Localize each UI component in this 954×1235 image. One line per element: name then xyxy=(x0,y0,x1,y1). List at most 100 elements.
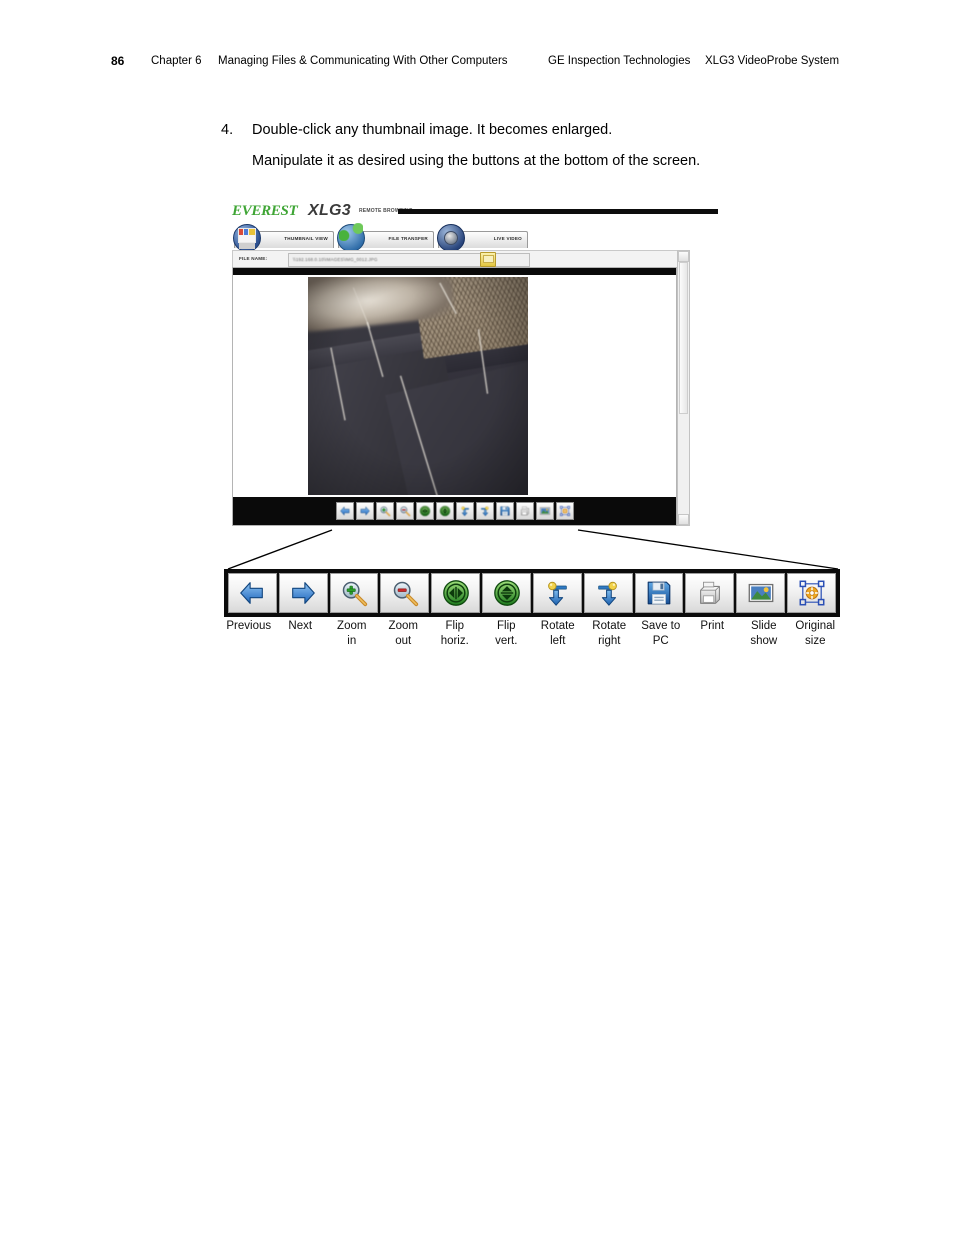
step-text-line-2: Manipulate it as desired using the butto… xyxy=(252,153,701,169)
tab-live-video-label: LIVE VIDEO xyxy=(493,236,522,241)
file-name-label: FILE NAME: xyxy=(239,256,268,261)
toolbar-label-flip-vertical: Flip vert. xyxy=(482,619,532,648)
viewer-canvas xyxy=(233,275,676,497)
tab-thumbnail-view[interactable]: THUMBNAIL VIEW xyxy=(233,224,334,252)
toolbar-button-save-floppy[interactable] xyxy=(634,573,684,613)
scroll-down-arrow-icon[interactable] xyxy=(678,514,689,525)
brand-rule-divider xyxy=(398,209,718,214)
original-size-icon xyxy=(559,505,571,517)
toolbar-button-next-arrow[interactable] xyxy=(278,573,328,613)
tab-file-transfer-label: FILE TRANSFER xyxy=(388,236,428,241)
live-video-icon xyxy=(437,224,465,252)
toolbar-label-line-1: Rotate xyxy=(540,620,575,632)
toolbar-button-slideshow-picture[interactable] xyxy=(736,573,786,613)
toolbar-button-rotate-left[interactable] xyxy=(532,573,582,613)
toolbar-label-next-arrow: Next xyxy=(276,619,326,648)
toolbar-label-rotate-right: Rotate right xyxy=(585,619,635,648)
chapter-title: Managing Files & Communicating With Othe… xyxy=(218,55,508,67)
toolbar-label-slideshow-picture: Slide show xyxy=(739,619,789,648)
page-running-header: 86 Chapter 6 Managing Files & Communicat… xyxy=(0,50,954,72)
original-size-icon xyxy=(790,576,833,610)
mini-toolbar-button-flip-horizontal[interactable] xyxy=(416,502,434,520)
toolbar-button-zoom-out[interactable] xyxy=(380,573,430,613)
printer-icon xyxy=(688,576,731,610)
slideshow-picture-icon xyxy=(539,505,551,517)
slideshow-picture-icon xyxy=(739,576,782,610)
mini-toolbar-button-zoom-in[interactable] xyxy=(376,502,394,520)
step-number: 4. xyxy=(221,122,234,138)
toolbar-button-previous-arrow[interactable] xyxy=(228,573,277,613)
toolbar-label-line-2: horiz. xyxy=(440,634,469,647)
inspection-photo[interactable] xyxy=(308,277,528,495)
toolbar-button-original-size[interactable] xyxy=(787,573,836,613)
toolbar-label-line-2: in xyxy=(347,634,357,647)
step-text-line-1: Double-click any thumbnail image. It bec… xyxy=(252,122,613,138)
folder-browse-icon[interactable] xyxy=(480,252,496,267)
toolbar-label-save-floppy: Save to PC xyxy=(636,619,686,648)
mini-button-strip xyxy=(336,502,574,520)
app-tab-strip: THUMBNAIL VIEW FILE TRANSFER LIVE VIDEO xyxy=(226,223,718,252)
toolbar-label-line-1: Save to xyxy=(641,620,681,632)
mini-toolbar-button-zoom-out[interactable] xyxy=(396,502,414,520)
zoom-out-icon xyxy=(399,505,411,517)
mini-toolbar-button-next-arrow[interactable] xyxy=(356,502,374,520)
toolbar-label-line-1: Zoom xyxy=(388,620,418,632)
rotate-right-icon xyxy=(479,505,491,517)
mini-toolbar-button-flip-vertical[interactable] xyxy=(436,502,454,520)
zoom-out-icon xyxy=(383,576,426,610)
mini-toolbar-button-original-size[interactable] xyxy=(556,502,574,520)
file-transfer-icon xyxy=(337,223,365,252)
viewer-top-bar xyxy=(233,268,676,275)
rotate-right-icon xyxy=(587,576,630,610)
viewer-vertical-scrollbar[interactable] xyxy=(677,250,690,526)
toolbar-button-rotate-right[interactable] xyxy=(583,573,633,613)
app-brand-bar: EVEREST XLG3 REMOTE BROWSING xyxy=(226,200,718,223)
toolbar-label-line-1: Rotate xyxy=(592,620,627,632)
scrollbar-thumb[interactable] xyxy=(679,262,688,414)
next-arrow-icon xyxy=(359,505,371,517)
callout-lines xyxy=(227,529,839,570)
save-floppy-icon xyxy=(499,505,511,517)
page-number: 86 xyxy=(111,54,125,68)
toolbar-label-line-2: vert. xyxy=(495,634,518,647)
scroll-up-arrow-icon[interactable] xyxy=(678,251,689,262)
flip-vertical-icon xyxy=(485,576,528,610)
toolbar-label-line-2: size xyxy=(805,634,826,647)
tab-live-video[interactable]: LIVE VIDEO xyxy=(437,224,528,252)
viewer-mini-toolbar xyxy=(233,497,676,525)
toolbar-label-previous-arrow: Previous xyxy=(224,619,274,648)
company-name: GE Inspection Technologies xyxy=(548,55,691,67)
printer-icon xyxy=(519,505,531,517)
toolbar-button-flip-horizontal[interactable] xyxy=(431,573,481,613)
mini-toolbar-button-slideshow-picture[interactable] xyxy=(536,502,554,520)
zoom-in-icon xyxy=(379,505,391,517)
toolbar-label-line-1: Previous xyxy=(226,620,272,632)
toolbar-button-zoom-in[interactable] xyxy=(329,573,379,613)
toolbar-button-printer[interactable] xyxy=(685,573,735,613)
mini-toolbar-button-save-floppy[interactable] xyxy=(496,502,514,520)
toolbar-label-line-1: Flip xyxy=(496,620,516,632)
rotate-left-icon xyxy=(459,505,471,517)
brand-model-wordmark: XLG3 xyxy=(308,202,351,219)
zoom-in-icon xyxy=(333,576,376,610)
save-floppy-icon xyxy=(638,576,681,610)
flip-vertical-icon xyxy=(439,505,451,517)
mini-toolbar-button-rotate-left[interactable] xyxy=(456,502,474,520)
application-screenshot: EVEREST XLG3 REMOTE BROWSING THUMBNAIL V… xyxy=(226,200,718,530)
toolbar-label-line-1: Original xyxy=(795,620,836,632)
mini-toolbar-button-printer[interactable] xyxy=(516,502,534,520)
toolbar-label-line-2: out xyxy=(395,634,412,647)
flip-horizontal-icon xyxy=(434,576,477,610)
chapter-label: Chapter 6 xyxy=(151,55,202,67)
toolbar-label-printer: Print xyxy=(688,619,738,648)
tab-file-transfer[interactable]: FILE TRANSFER xyxy=(337,223,434,252)
enlarged-button-labels: Previous Next Zoom in Zoom out Flip horiz. Flip v… xyxy=(224,619,840,648)
mini-toolbar-button-rotate-right[interactable] xyxy=(476,502,494,520)
brand-everest-wordmark: EVEREST xyxy=(232,203,298,219)
toolbar-button-flip-vertical[interactable] xyxy=(482,573,531,613)
mini-toolbar-button-previous-arrow[interactable] xyxy=(336,502,354,520)
toolbar-label-line-2: right xyxy=(598,634,621,647)
thumbnail-view-icon xyxy=(233,224,261,252)
enlarged-button-toolbar xyxy=(224,569,840,617)
toolbar-label-line-2: show xyxy=(750,634,778,647)
